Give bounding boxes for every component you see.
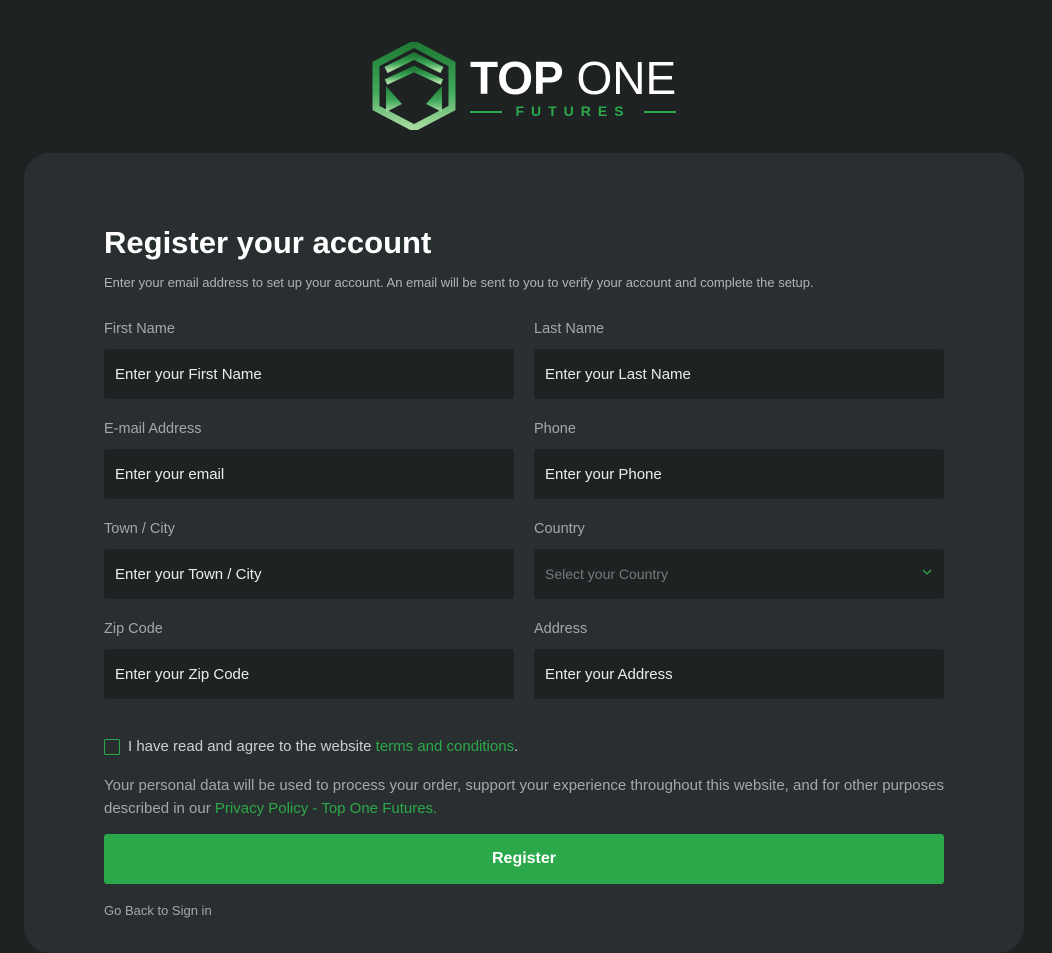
zip-code-label: Zip Code	[104, 621, 163, 637]
terms-checkbox[interactable]	[104, 739, 120, 755]
terms-prefix: I have read and agree to the website	[128, 738, 376, 755]
address-field[interactable]	[534, 649, 944, 699]
chevron-down-icon	[922, 569, 932, 575]
brand-name: TOP ONE	[470, 52, 676, 104]
phone-field[interactable]	[534, 449, 944, 499]
email-label: E-mail Address	[104, 421, 202, 437]
privacy-policy-link[interactable]: Privacy Policy - Top One Futures.	[215, 800, 437, 817]
address-label: Address	[534, 621, 588, 637]
terms-link[interactable]: terms and conditions	[376, 738, 514, 755]
country-select-value: Select your Country	[545, 566, 668, 582]
town-city-label: Town / City	[104, 521, 175, 537]
terms-text: I have read and agree to the website ter…	[128, 738, 518, 756]
brand-subtitle: FUTURES	[515, 103, 631, 119]
brand-divider-right	[644, 111, 676, 113]
register-button[interactable]: Register	[104, 834, 944, 884]
phone-label: Phone	[534, 421, 576, 437]
country-select[interactable]: Select your Country	[534, 549, 944, 599]
brand-name-bold: TOP	[470, 52, 564, 104]
email-field[interactable]	[104, 449, 514, 499]
terms-suffix: .	[514, 738, 519, 755]
hexagon-logo-icon	[372, 42, 456, 130]
town-city-field[interactable]	[104, 549, 514, 599]
back-to-sign-in-link[interactable]: Go Back to Sign in	[104, 903, 212, 919]
header: TOP ONE FUTURES	[0, 0, 1052, 150]
last-name-field[interactable]	[534, 349, 944, 399]
brand-subtitle-row: FUTURES	[470, 102, 676, 120]
privacy-notice: Your personal data will be used to proce…	[104, 774, 954, 820]
first-name-label: First Name	[104, 321, 175, 337]
zip-code-field[interactable]	[104, 649, 514, 699]
page-title: Register your account	[104, 225, 432, 260]
first-name-field[interactable]	[104, 349, 514, 399]
last-name-label: Last Name	[534, 321, 605, 337]
country-label: Country	[534, 521, 585, 537]
brand-name-light: ONE	[576, 52, 677, 104]
page-subtitle: Enter your email address to set up your …	[104, 275, 814, 290]
brand-divider-left	[470, 111, 502, 113]
